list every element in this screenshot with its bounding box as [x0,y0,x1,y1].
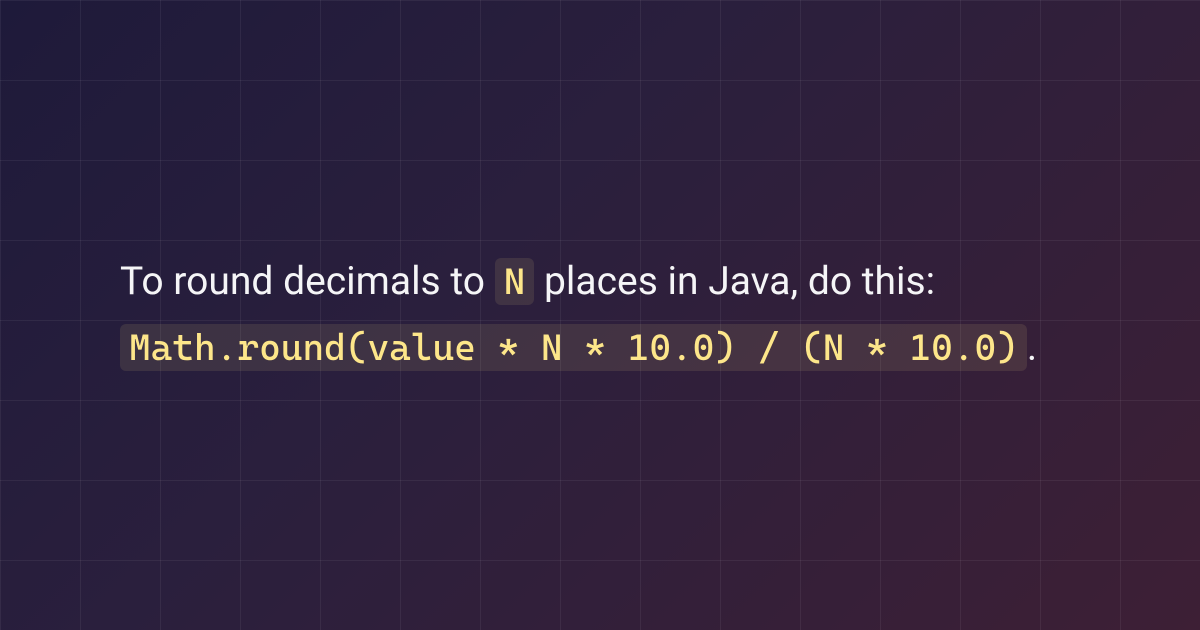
text-part-2: places in Java, do this: [534,258,935,304]
inline-code-n: N [495,258,535,305]
text-part-1: To round decimals to [120,258,495,304]
content-wrapper: To round decimals to N places in Java, d… [0,0,1200,630]
inline-code-expression: Math.round(value * N * 10.0) / (N * 10.0… [120,324,1027,371]
description-text: To round decimals to N places in Java, d… [120,249,1080,380]
text-part-3: . [1027,324,1037,370]
